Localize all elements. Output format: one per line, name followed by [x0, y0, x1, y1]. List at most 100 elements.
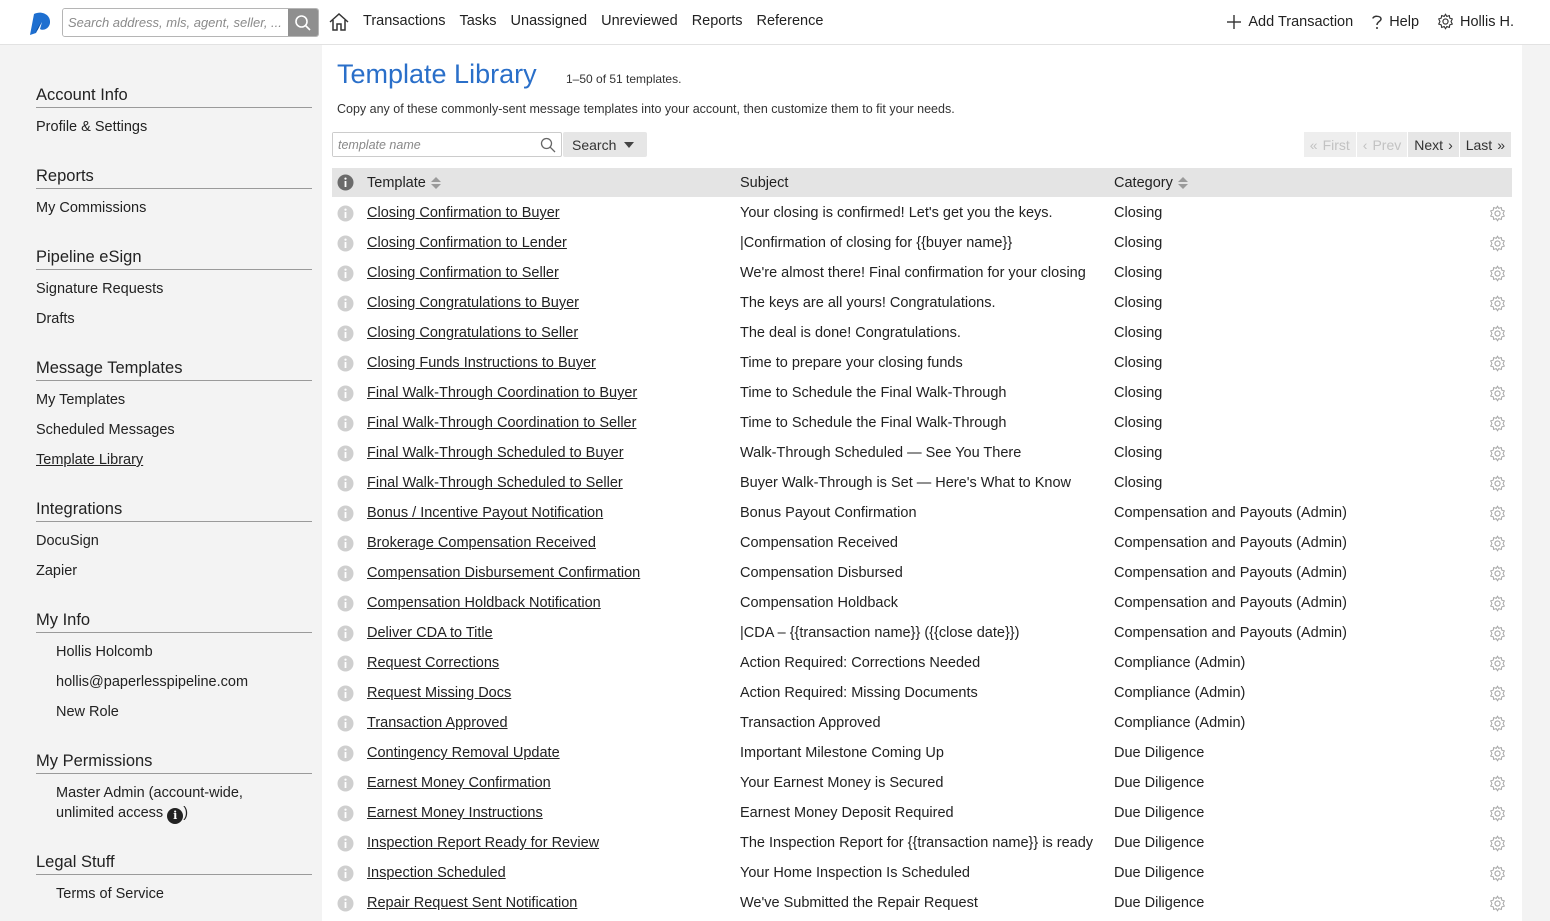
info-icon[interactable]	[337, 475, 354, 495]
template-name-link[interactable]: Request Missing Docs	[367, 685, 727, 701]
template-name-link[interactable]: Closing Congratulations to Seller	[367, 325, 727, 341]
help-button[interactable]: Help	[1371, 14, 1419, 30]
gear-icon[interactable]	[1489, 535, 1506, 555]
sidebar-link-drafts[interactable]: Drafts	[36, 309, 312, 330]
info-icon[interactable]	[337, 685, 354, 705]
global-search-button[interactable]	[288, 9, 318, 36]
add-transaction-button[interactable]: Add Transaction	[1226, 14, 1353, 30]
gear-icon[interactable]	[1489, 385, 1506, 405]
sidebar-link-my-templates[interactable]: My Templates	[36, 390, 312, 411]
info-icon[interactable]	[337, 655, 354, 675]
gear-icon[interactable]	[1489, 745, 1506, 765]
sidebar-link-scheduled-messages[interactable]: Scheduled Messages	[36, 420, 312, 441]
info-icon[interactable]	[337, 625, 354, 645]
template-name-link[interactable]: Closing Congratulations to Buyer	[367, 295, 727, 311]
gear-icon[interactable]	[1489, 355, 1506, 375]
gear-icon[interactable]	[1489, 655, 1506, 675]
template-name-link[interactable]: Repair Request Sent Notification	[367, 895, 727, 911]
info-icon[interactable]	[337, 355, 354, 375]
info-icon[interactable]	[337, 445, 354, 465]
sidebar-link-template-library[interactable]: Template Library	[36, 450, 312, 471]
template-name-link[interactable]: Closing Funds Instructions to Buyer	[367, 355, 727, 371]
column-header-category[interactable]: Category	[1114, 175, 1188, 191]
template-name-link[interactable]: Earnest Money Instructions	[367, 805, 727, 821]
template-search-input[interactable]	[333, 133, 533, 156]
info-icon[interactable]	[337, 835, 354, 855]
info-icon[interactable]	[337, 235, 354, 255]
info-icon[interactable]	[337, 295, 354, 315]
app-logo-icon[interactable]	[28, 9, 56, 37]
nav-reference[interactable]: Reference	[756, 13, 823, 29]
template-name-link[interactable]: Closing Confirmation to Lender	[367, 235, 727, 251]
template-name-link[interactable]: Deliver CDA to Title	[367, 625, 727, 641]
sidebar-link-terms-of-service[interactable]: Terms of Service	[36, 884, 312, 905]
template-name-link[interactable]: Compensation Holdback Notification	[367, 595, 727, 611]
prev-page-button[interactable]: ‹ Prev	[1356, 132, 1409, 157]
gear-icon[interactable]	[1489, 835, 1506, 855]
gear-icon[interactable]	[1489, 325, 1506, 345]
template-name-link[interactable]: Inspection Report Ready for Review	[367, 835, 727, 851]
template-name-link[interactable]: Transaction Approved	[367, 715, 727, 731]
next-page-button[interactable]: Next ›	[1408, 132, 1460, 157]
gear-icon[interactable]	[1489, 895, 1506, 915]
gear-icon[interactable]	[1489, 235, 1506, 255]
gear-icon[interactable]	[1489, 565, 1506, 585]
template-name-link[interactable]: Bonus / Incentive Payout Notification	[367, 505, 727, 521]
info-icon[interactable]: i	[167, 808, 184, 824]
template-name-link[interactable]: Compensation Disbursement Confirmation	[367, 565, 727, 581]
gear-icon[interactable]	[1489, 715, 1506, 735]
template-name-link[interactable]: Final Walk-Through Scheduled to Buyer	[367, 445, 727, 461]
info-icon[interactable]	[337, 265, 354, 285]
user-menu[interactable]: Hollis H.	[1437, 13, 1514, 30]
nav-unreviewed[interactable]: Unreviewed	[601, 13, 678, 29]
template-name-link[interactable]: Final Walk-Through Coordination to Buyer	[367, 385, 727, 401]
gear-icon[interactable]	[1489, 805, 1506, 825]
info-icon[interactable]	[337, 865, 354, 885]
gear-icon[interactable]	[1489, 475, 1506, 495]
info-icon[interactable]	[337, 505, 354, 525]
template-name-link[interactable]: Contingency Removal Update	[367, 745, 727, 761]
template-search-button[interactable]: Search	[563, 132, 647, 157]
info-icon[interactable]	[337, 385, 354, 405]
sidebar-link-my-commissions[interactable]: My Commissions	[36, 198, 312, 219]
info-icon[interactable]	[337, 715, 354, 735]
sidebar-link-zapier[interactable]: Zapier	[36, 561, 312, 582]
gear-icon[interactable]	[1489, 505, 1506, 525]
template-name-link[interactable]: Request Corrections	[367, 655, 727, 671]
info-icon[interactable]	[337, 595, 354, 615]
gear-icon[interactable]	[1489, 265, 1506, 285]
info-icon[interactable]	[337, 805, 354, 825]
info-icon[interactable]	[337, 895, 354, 915]
template-name-link[interactable]: Final Walk-Through Coordination to Selle…	[367, 415, 727, 431]
global-search-input[interactable]	[63, 9, 290, 36]
gear-icon[interactable]	[1489, 775, 1506, 795]
info-icon[interactable]	[337, 415, 354, 435]
info-icon[interactable]	[337, 205, 354, 225]
template-name-link[interactable]: Brokerage Compensation Received	[367, 535, 727, 551]
sidebar-link-docusign[interactable]: DocuSign	[36, 531, 312, 552]
nav-unassigned[interactable]: Unassigned	[511, 13, 588, 29]
gear-icon[interactable]	[1489, 415, 1506, 435]
nav-transactions[interactable]: Transactions	[363, 13, 445, 29]
info-icon[interactable]	[337, 745, 354, 765]
gear-icon[interactable]	[1489, 865, 1506, 885]
sidebar-link-signature-requests[interactable]: Signature Requests	[36, 279, 312, 300]
first-page-button[interactable]: « First	[1303, 132, 1357, 157]
info-icon[interactable]	[337, 565, 354, 585]
gear-icon[interactable]	[1489, 625, 1506, 645]
info-icon[interactable]	[337, 775, 354, 795]
last-page-button[interactable]: Last »	[1459, 132, 1512, 157]
gear-icon[interactable]	[1489, 445, 1506, 465]
template-name-link[interactable]: Earnest Money Confirmation	[367, 775, 727, 791]
column-header-template[interactable]: Template	[367, 175, 441, 191]
template-name-link[interactable]: Final Walk-Through Scheduled to Seller	[367, 475, 727, 491]
template-name-link[interactable]: Closing Confirmation to Buyer	[367, 205, 727, 221]
gear-icon[interactable]	[1489, 595, 1506, 615]
sidebar-link-profile-settings[interactable]: Profile & Settings	[36, 117, 312, 138]
gear-icon[interactable]	[1489, 205, 1506, 225]
nav-reports[interactable]: Reports	[692, 13, 743, 29]
gear-icon[interactable]	[1489, 685, 1506, 705]
info-icon[interactable]	[337, 535, 354, 555]
template-name-link[interactable]: Closing Confirmation to Seller	[367, 265, 727, 281]
info-icon[interactable]	[337, 325, 354, 345]
